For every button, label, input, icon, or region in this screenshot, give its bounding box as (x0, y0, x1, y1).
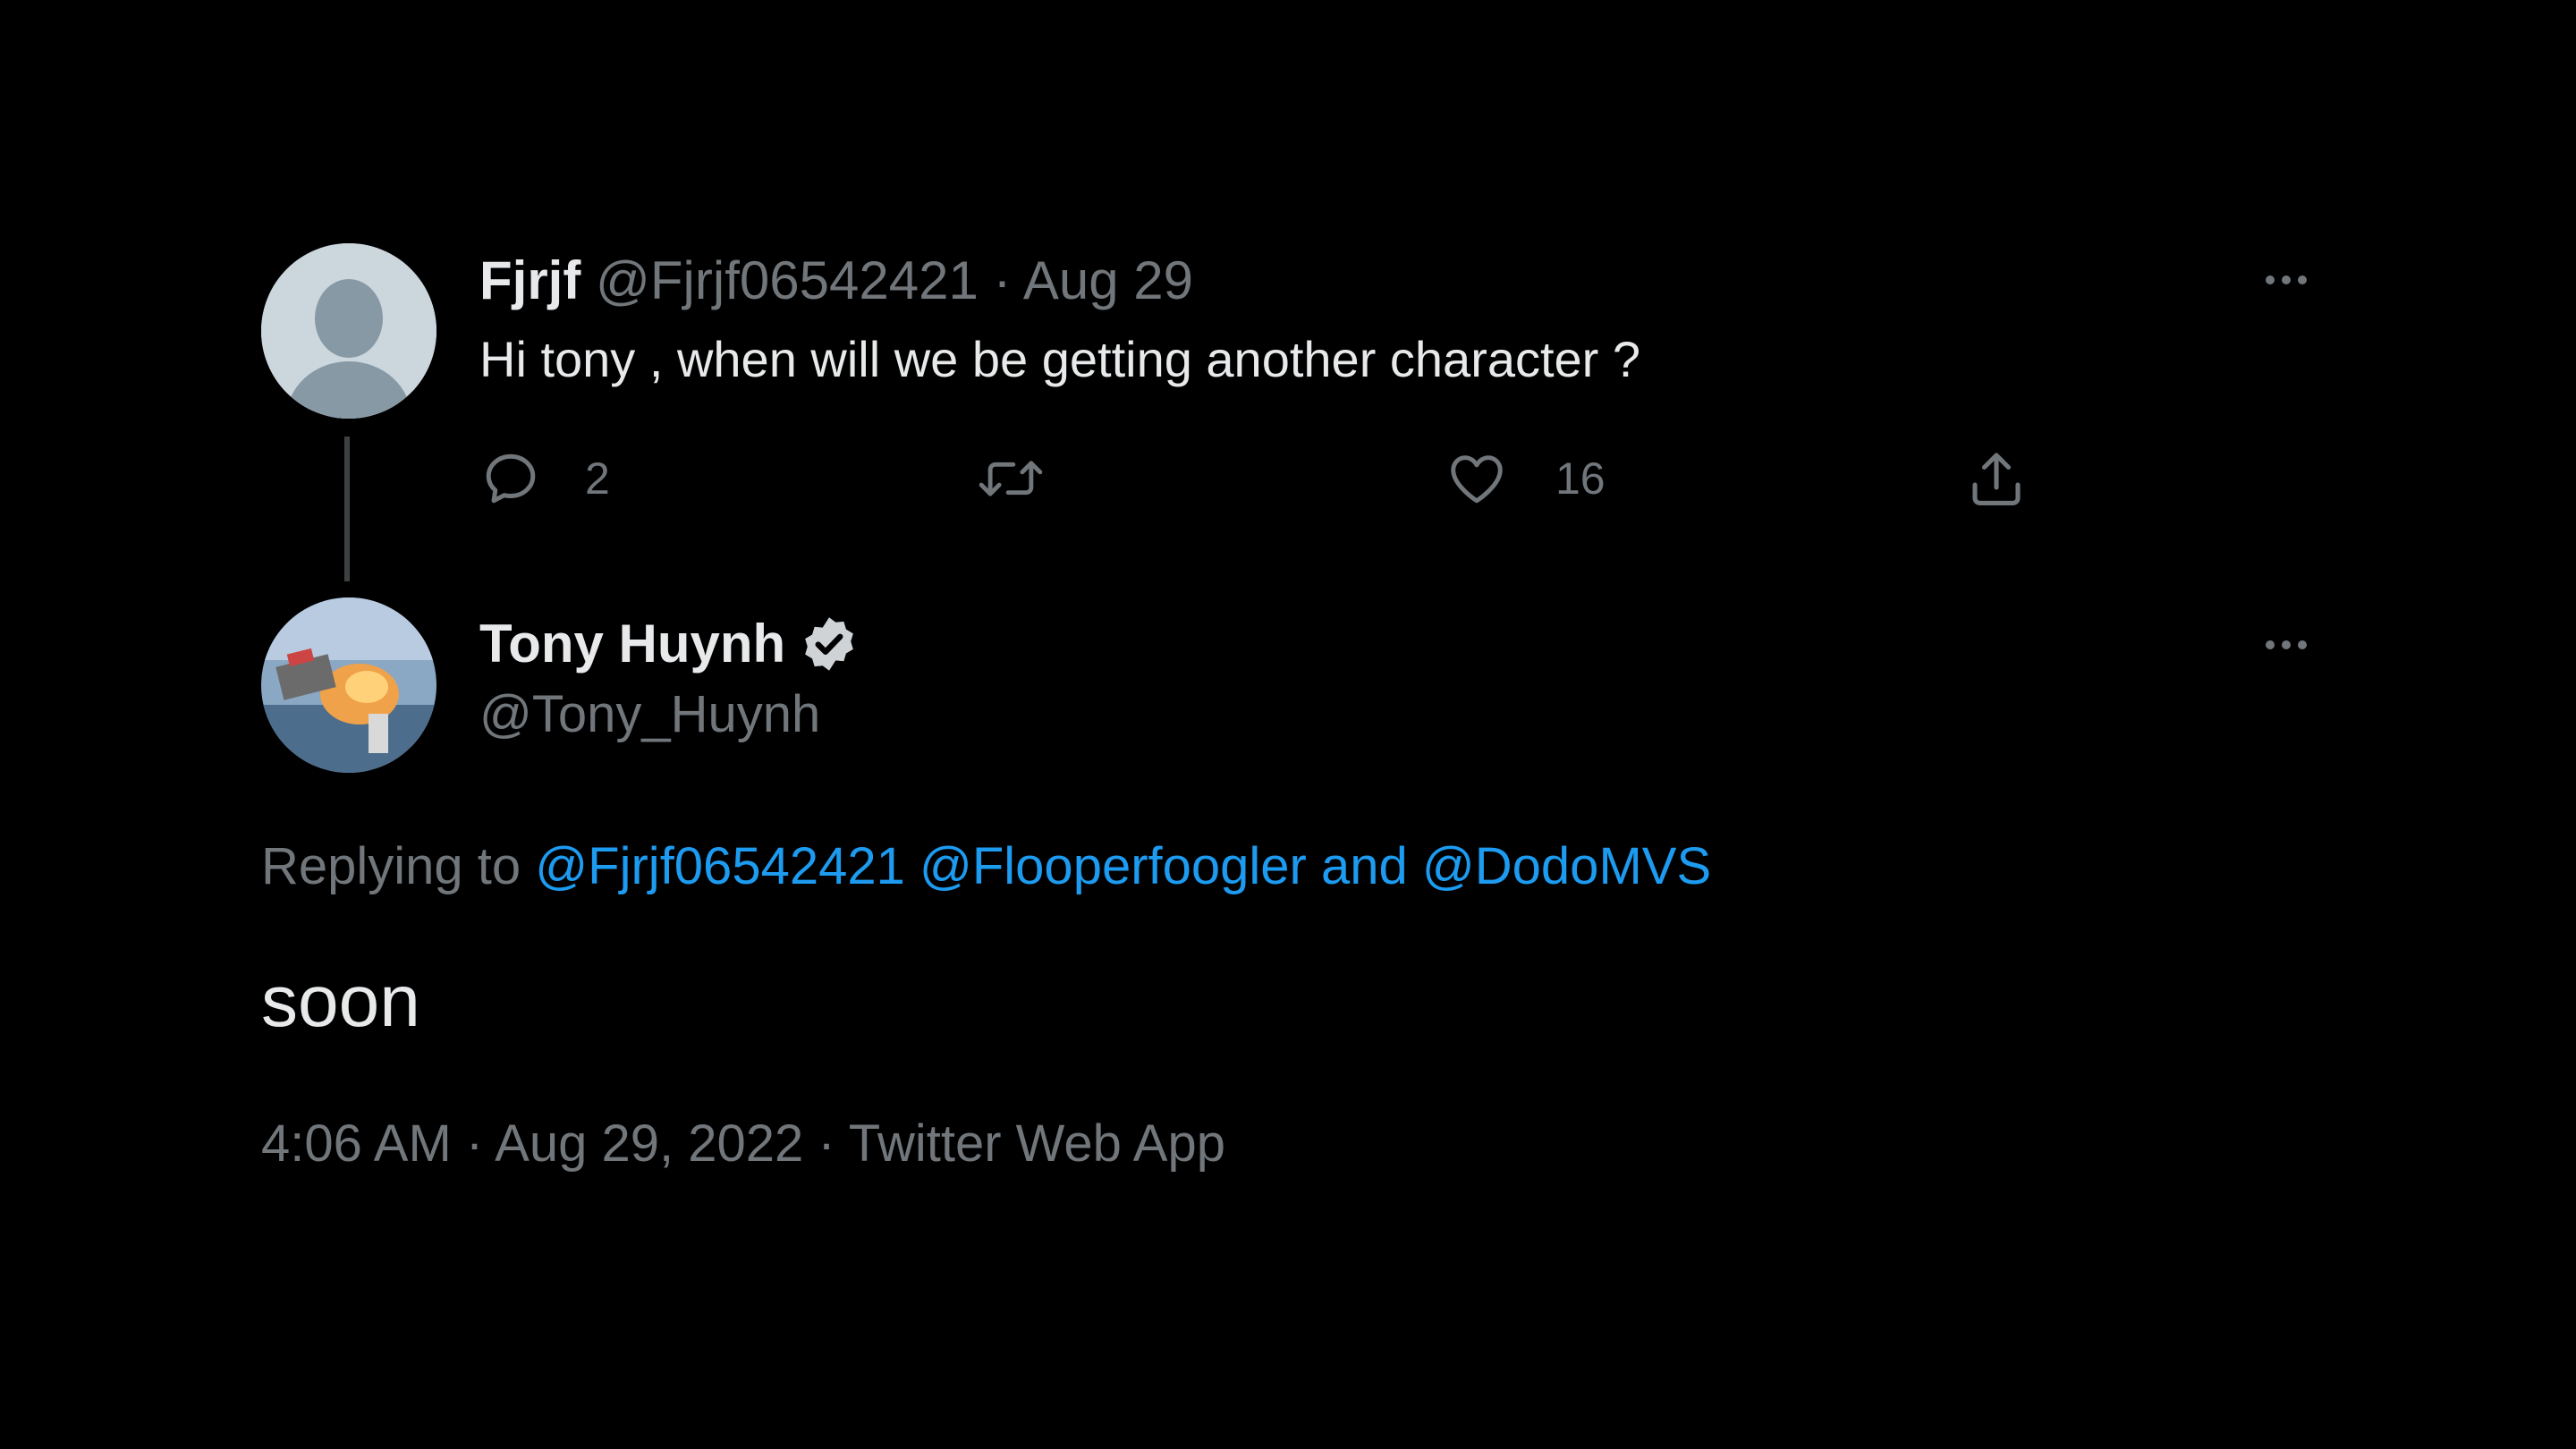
retweet-icon (979, 461, 1043, 496)
parent-more-icon[interactable] (2266, 275, 2307, 284)
reply-icon (486, 453, 536, 504)
parent-tweet-text: Hi tony , when will we be getting anothe… (479, 331, 1641, 387)
default-profile-icon (261, 243, 436, 419)
tweet-timestamp[interactable]: 4:06 AM · Aug 29, 2022 · Twitter Web App (261, 1113, 1225, 1175)
main-tweet-text: soon (261, 961, 420, 1042)
main-more-icon[interactable] (2266, 640, 2307, 649)
mention-link[interactable]: @Fjrjf06542421 (535, 837, 905, 895)
mention-link[interactable]: @DodoMVS (1422, 837, 1711, 895)
like-count: 16 (1555, 453, 1606, 504)
share-button[interactable] (1964, 447, 2029, 512)
main-avatar[interactable] (261, 597, 436, 773)
parent-avatar[interactable] (261, 243, 436, 419)
parent-author-name[interactable]: Fjrjf (479, 250, 580, 310)
header-separator: · (993, 250, 1012, 310)
main-author-handle[interactable]: @Tony_Huynh (479, 683, 820, 746)
replying-to-line: Replying to @Fjrjf06542421 @Flooperfoogl… (261, 835, 1711, 898)
reply-button[interactable]: 2 (479, 447, 610, 510)
like-icon (1451, 455, 1503, 504)
like-button[interactable]: 16 (1445, 447, 1606, 510)
reply-count: 2 (585, 453, 610, 504)
profile-photo-icon (261, 597, 436, 773)
retweet-button[interactable] (975, 447, 1046, 510)
main-author-row: Tony Huynh (479, 612, 860, 676)
share-icon (1972, 453, 2021, 505)
and-others-link[interactable]: and (1321, 837, 1408, 895)
parent-tweet-header: Fjrjf @Fjrjf06542421 · Aug 29 (479, 249, 1193, 313)
replying-to-prefix: Replying to (261, 837, 521, 895)
parent-tweet-date[interactable]: Aug 29 (1023, 250, 1193, 310)
thread-connector-line (344, 436, 350, 581)
main-author-name[interactable]: Tony Huynh (479, 612, 785, 676)
verified-badge-icon[interactable] (798, 613, 860, 675)
parent-author-handle[interactable]: @Fjrjf06542421 (596, 250, 979, 310)
mention-link[interactable]: @Flooperfoogler (919, 837, 1307, 895)
